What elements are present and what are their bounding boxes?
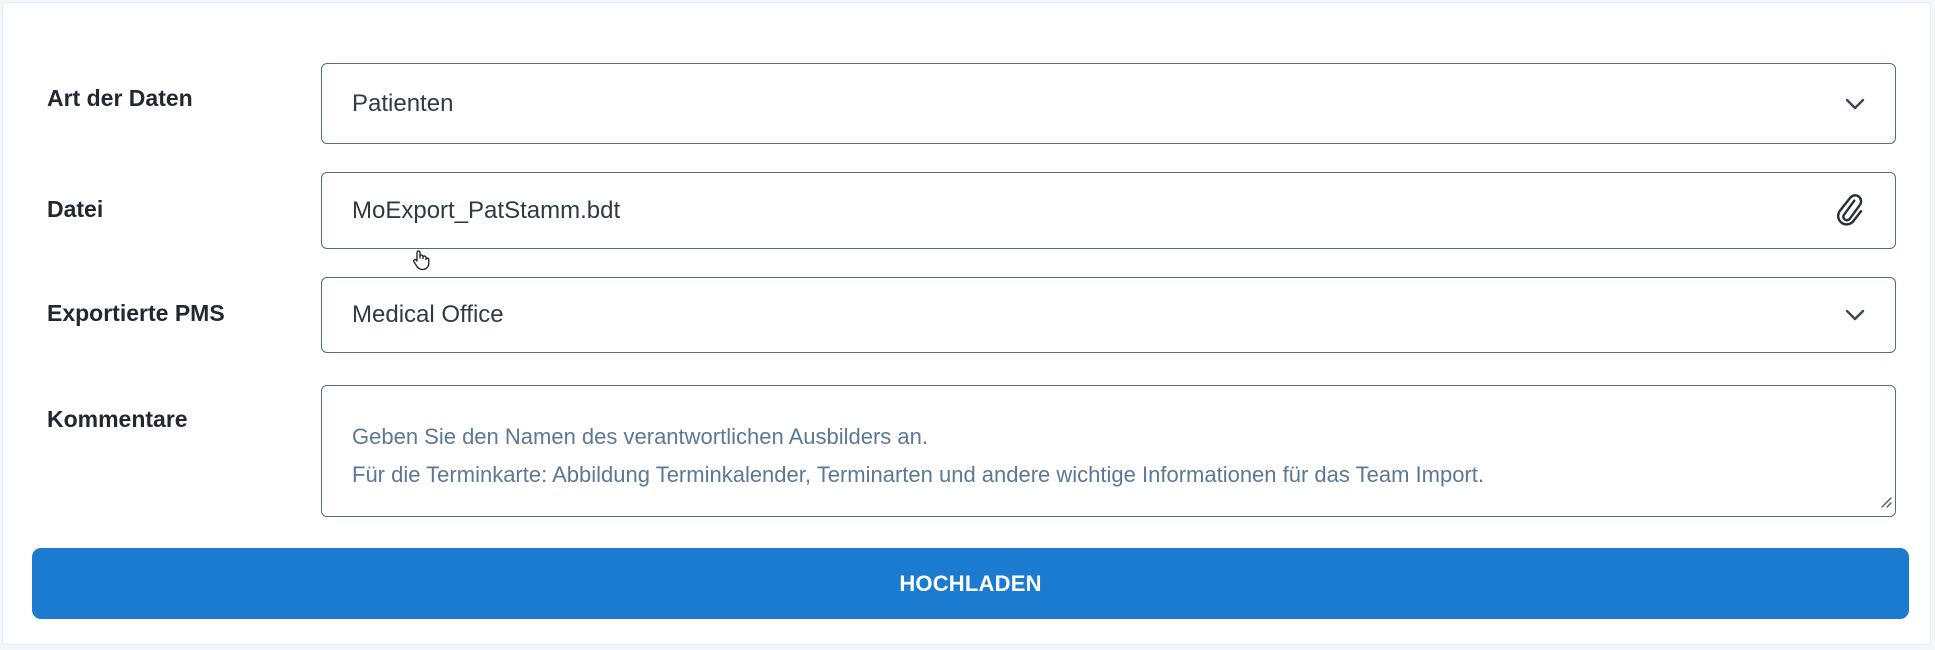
upload-button[interactable]: HOCHLADEN [32,548,1909,619]
placeholder-line: Für die Terminkarte: Abbildung Terminkal… [352,462,1484,487]
file-input[interactable]: MoExport_PatStamm.bdt [321,172,1896,249]
hand-cursor-icon [411,249,431,276]
pms-select[interactable]: Medical Office [321,277,1896,353]
comments-placeholder: Geben Sie den Namen des verantwortlichen… [352,418,1484,494]
data-type-select[interactable]: Patienten [321,63,1896,144]
chevron-down-icon [1845,98,1865,110]
comments-label: Kommentare [47,406,188,432]
pms-value: Medical Office [352,301,504,328]
paperclip-icon[interactable] [1835,193,1865,228]
file-label: Datei [47,196,104,222]
upload-form-card: Art der Daten Patienten Datei MoExport_P… [2,2,1931,645]
file-name-value: MoExport_PatStamm.bdt [352,196,621,224]
data-type-value: Patienten [352,89,454,117]
chevron-down-icon [1845,309,1865,321]
placeholder-line: Geben Sie den Namen des verantwortlichen… [352,424,929,449]
resize-handle-icon[interactable] [1878,494,1892,513]
comments-textarea[interactable]: Geben Sie den Namen des verantwortlichen… [321,385,1896,517]
data-type-label: Art der Daten [47,85,193,111]
pms-label: Exportierte PMS [47,300,225,326]
